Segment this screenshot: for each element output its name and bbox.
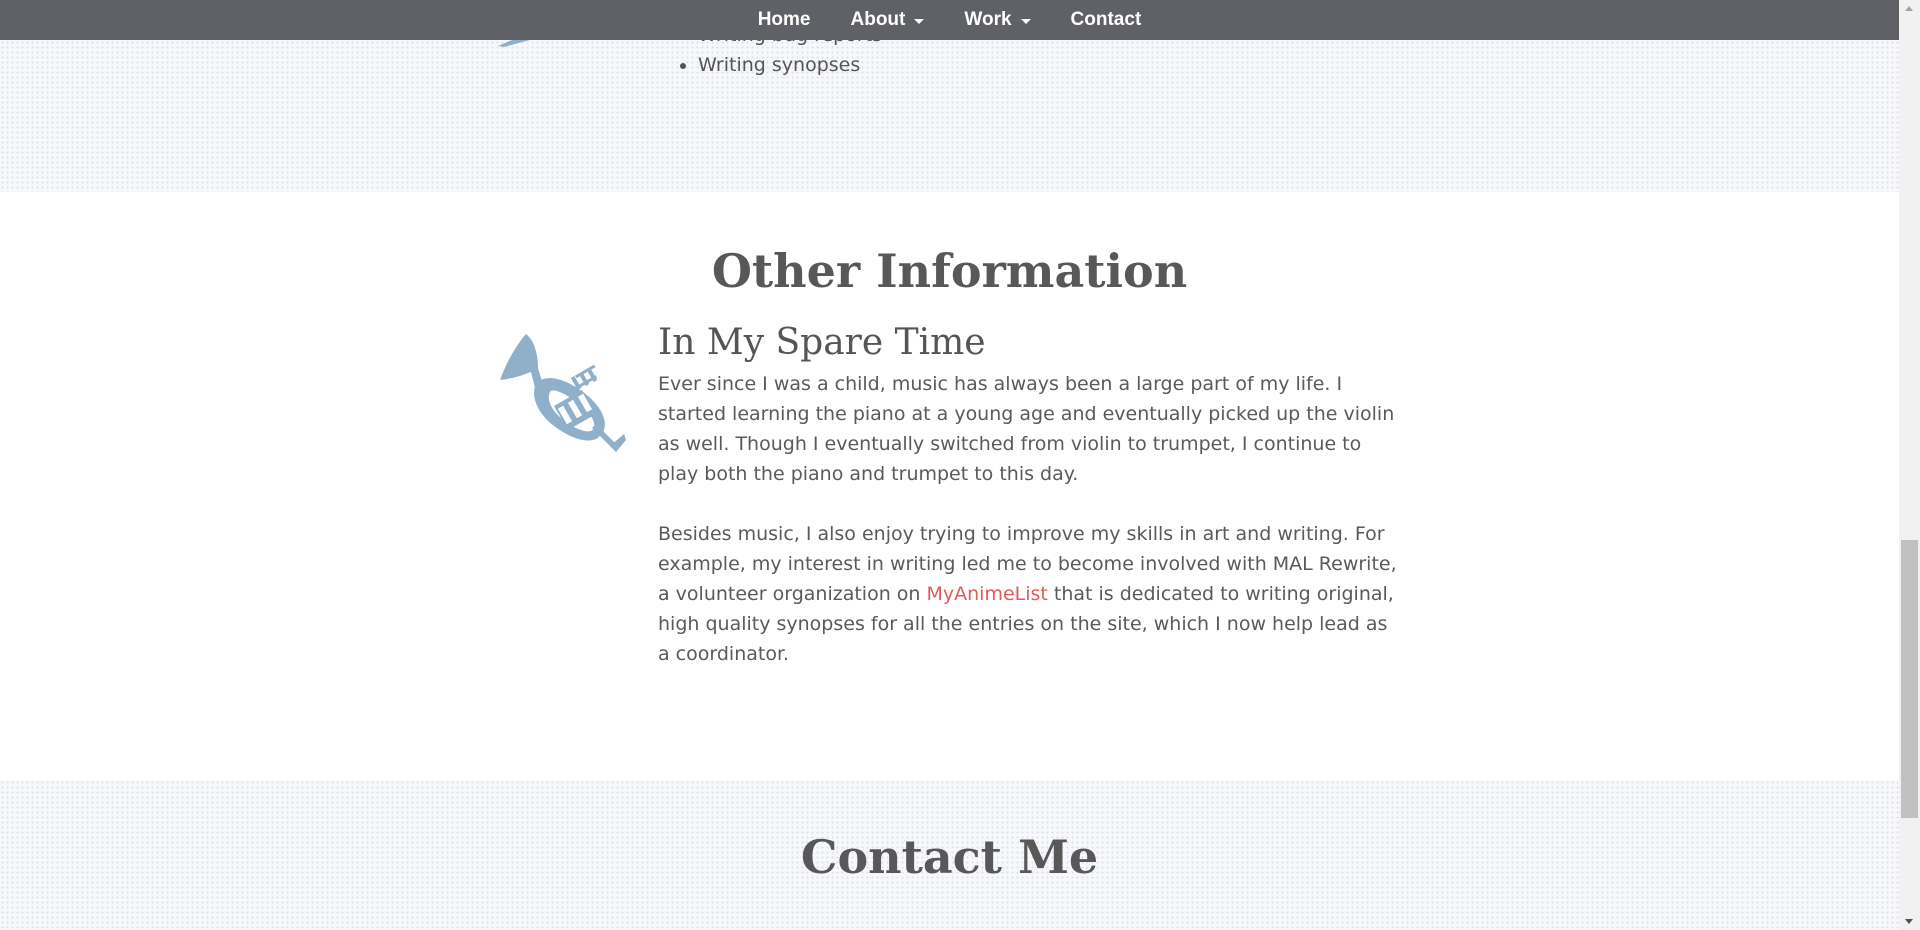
nav-label: About xyxy=(850,9,906,30)
contact-section: Contact Me xyxy=(0,780,1899,930)
myanimelist-link[interactable]: MyAnimeList xyxy=(926,583,1047,605)
spare-time-paragraph: Ever since I was a child, music has alwa… xyxy=(658,373,1395,485)
writing-paragraph: Besides music, I also enjoy trying to im… xyxy=(658,519,1400,669)
nav-list: Home About Work Contact xyxy=(738,9,1162,31)
nav-home[interactable]: Home xyxy=(738,9,831,31)
nav-work-dropdown[interactable]: Work xyxy=(944,9,1050,31)
nav-contact[interactable]: Contact xyxy=(1051,9,1162,31)
scrollbar-thumb[interactable] xyxy=(1901,540,1918,818)
nav-label: Work xyxy=(964,9,1012,30)
nav-label: Home xyxy=(757,9,811,30)
other-information-section: Other Information In My Spare Time Ever … xyxy=(0,192,1899,780)
scroll-down-arrow-icon[interactable] xyxy=(1905,919,1913,924)
trumpet-icon xyxy=(500,334,626,452)
nav-about-dropdown[interactable]: About xyxy=(831,9,945,31)
nav-label: Contact xyxy=(1070,9,1142,30)
section-title: Other Information xyxy=(711,244,1188,298)
scroll-up-arrow-icon[interactable] xyxy=(1905,6,1913,11)
page: Writing bug reports Writing synopses Oth… xyxy=(0,0,1920,930)
subsection-title: In My Spare Time xyxy=(658,322,986,363)
caret-down-icon xyxy=(1020,18,1031,24)
vertical-scrollbar[interactable] xyxy=(1899,0,1920,930)
section-title: Contact Me xyxy=(800,830,1099,884)
caret-down-icon xyxy=(914,18,925,24)
top-navbar: Home About Work Contact xyxy=(0,0,1899,40)
list-item: Writing synopses xyxy=(698,50,882,80)
